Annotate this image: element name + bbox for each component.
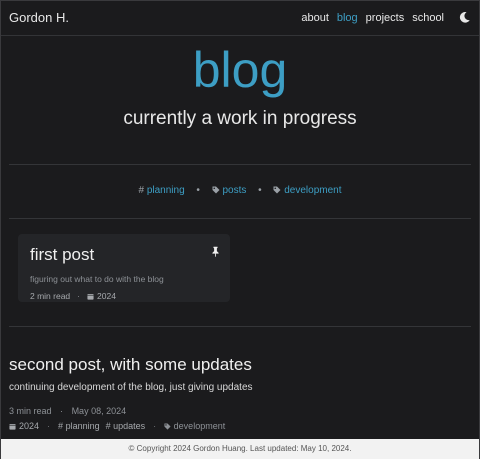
- calendar-icon: [9, 423, 16, 430]
- divider: [9, 164, 471, 165]
- divider: [9, 218, 471, 219]
- post-tag-planning[interactable]: # planning: [58, 421, 100, 431]
- nav-projects[interactable]: projects: [366, 12, 405, 24]
- post-meta: 3 min read · May 08, 2024: [9, 406, 126, 416]
- moon-icon[interactable]: [458, 11, 471, 24]
- tag-planning[interactable]: # planning: [138, 185, 187, 196]
- tag-label: development: [173, 421, 226, 431]
- meta-separator: ·: [77, 291, 81, 301]
- nav-school[interactable]: school: [412, 12, 444, 24]
- tag-label: planning: [65, 421, 100, 431]
- nav-about[interactable]: about: [301, 12, 329, 24]
- tag-label: development: [284, 185, 342, 196]
- tag-filter-bar: # planning • posts • development: [1, 185, 479, 196]
- tag-separator: •: [258, 185, 262, 196]
- top-navbar: Gordon H. about blog projects school: [1, 1, 479, 36]
- post-description: figuring out what to do with the blog: [30, 274, 164, 284]
- post-date: May 08, 2024: [71, 406, 127, 416]
- footer-text: © Copyright 2024 Gordon Huang. Last upda…: [128, 444, 352, 453]
- tag-label: updates: [113, 421, 146, 431]
- tag-separator: •: [196, 185, 200, 196]
- page: Gordon H. about blog projects school blo…: [0, 0, 480, 459]
- post-tags: 2024 · # planning # updates · developmen…: [9, 421, 225, 431]
- read-time: 2 min read: [30, 291, 71, 301]
- tag-development[interactable]: development: [273, 185, 342, 196]
- tag-icon: [212, 186, 220, 194]
- tag-icon: [164, 423, 171, 430]
- page-subtitle: currently a work in progress: [123, 108, 357, 129]
- meta-separator: ·: [153, 421, 157, 431]
- post-description: continuing development of the blog, just…: [9, 382, 253, 393]
- meta-separator: ·: [60, 406, 64, 416]
- post-tag-updates[interactable]: # updates: [106, 421, 146, 431]
- nav-links: about blog projects school: [301, 11, 471, 24]
- post-title[interactable]: second post, with some updates: [9, 355, 252, 375]
- tag-label: posts: [222, 185, 247, 196]
- tag-label: planning: [146, 185, 185, 196]
- site-brand[interactable]: Gordon H.: [9, 10, 69, 25]
- divider: [9, 326, 471, 327]
- page-title: blog: [192, 42, 288, 98]
- post-tag-development[interactable]: development: [164, 421, 225, 431]
- pinned-post-card[interactable]: first post figuring out what to do with …: [18, 234, 230, 302]
- read-time: 3 min read: [9, 406, 52, 416]
- post-year: 2024: [19, 421, 40, 431]
- hash-icon: #: [105, 421, 111, 431]
- tag-posts[interactable]: posts: [212, 185, 249, 196]
- post-year: 2024: [97, 291, 116, 301]
- calendar-icon: [87, 293, 94, 300]
- post-title[interactable]: first post: [30, 245, 94, 265]
- tag-icon: [273, 186, 281, 194]
- hash-icon: #: [138, 185, 145, 196]
- footer: © Copyright 2024 Gordon Huang. Last upda…: [1, 439, 479, 459]
- meta-separator: ·: [47, 421, 51, 431]
- pin-icon: [212, 246, 219, 257]
- nav-blog[interactable]: blog: [337, 12, 358, 24]
- hash-icon: #: [58, 421, 64, 431]
- post-meta: 2 min read · 2024: [30, 291, 116, 301]
